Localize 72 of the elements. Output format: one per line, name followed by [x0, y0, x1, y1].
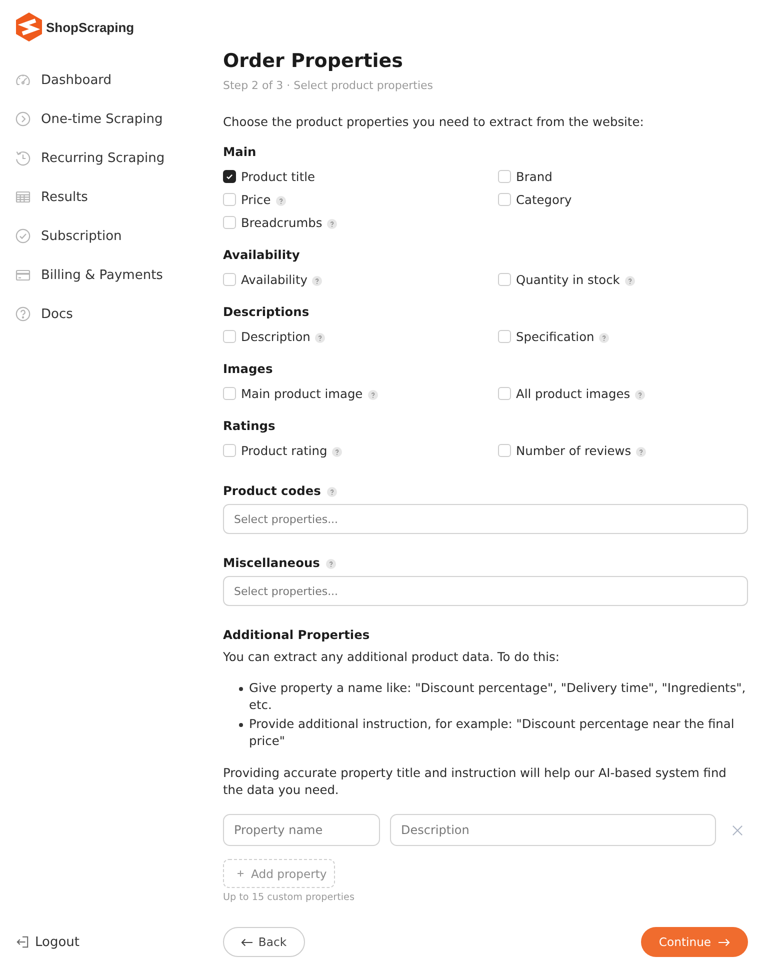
help-icon[interactable]	[326, 559, 336, 569]
help-icon[interactable]	[326, 487, 337, 497]
help-icon[interactable]	[599, 332, 610, 342]
section-heading: Additional Properties	[223, 627, 371, 644]
logout-link[interactable]: Logout	[14, 927, 80, 957]
bullet-icon	[239, 686, 243, 690]
list-item-text: Provide additional instruction, for example: "Discount percentage near the final price"	[249, 716, 736, 750]
option-label: Description	[241, 328, 310, 346]
gauge-icon	[15, 72, 31, 88]
option-label: Product title	[241, 168, 315, 186]
select-field[interactable]: Select properties...	[223, 576, 748, 606]
nav-item[interactable]: One-time Scraping	[14, 100, 171, 138]
table-icon	[15, 189, 31, 205]
help-icon[interactable]	[635, 390, 646, 400]
brand-name: ShopScraping	[46, 20, 134, 34]
section-heading: Images	[223, 361, 273, 378]
credit-card-icon	[15, 267, 31, 283]
chevron-circle-icon	[15, 111, 31, 127]
option-label: Price	[241, 192, 271, 208]
help-icon[interactable]	[332, 446, 342, 456]
nav-item[interactable]: Billing & Payments	[14, 256, 171, 294]
option-label: Product rating	[241, 442, 328, 460]
section-heading: Main	[223, 144, 256, 161]
section-heading: Availability	[223, 247, 300, 264]
help-icon[interactable]	[312, 276, 322, 286]
logout-icon	[16, 934, 29, 950]
intro-text: Choose the product properties you need to extract from the website:	[223, 114, 645, 131]
option-label: Breadcrumbs	[241, 214, 322, 232]
step-subtitle: Step 2 of 3 · Select product properties	[223, 78, 434, 94]
option-label: Availability	[241, 272, 308, 288]
list-item-text: Give property a name like: "Discount percentage", "Delivery time", "Ingredients", etc.	[249, 680, 747, 714]
nav-item[interactable]: Subscription	[14, 216, 130, 256]
option-label: Specification	[516, 328, 594, 346]
hint-text: Up to 15 custom properties	[223, 891, 354, 905]
check-circle-icon	[15, 228, 31, 244]
help-icon[interactable]	[624, 276, 635, 286]
nav-item[interactable]: Docs	[14, 294, 81, 334]
property-name-field[interactable]: Property name	[223, 814, 380, 846]
section-heading: Miscellaneous	[223, 555, 320, 572]
back-button[interactable]: Back	[223, 927, 305, 957]
close-icon[interactable]	[732, 824, 743, 836]
page-title: Order Properties	[223, 49, 404, 74]
help-icon[interactable]	[315, 332, 326, 342]
logo-icon	[14, 12, 44, 42]
help-icon[interactable]	[368, 390, 378, 400]
nav-item[interactable]: Dashboard	[14, 60, 120, 100]
paragraph-text: Providing accurate property title and instruction will help our AI-based system find the data you need.	[223, 764, 728, 798]
section-heading: Product codes	[223, 483, 321, 500]
help-icon[interactable]	[636, 446, 646, 456]
description-field[interactable]: Description	[390, 814, 716, 846]
help-icon[interactable]	[276, 196, 286, 206]
option-label: Number of reviews	[516, 442, 632, 460]
section-heading: Ratings	[223, 418, 276, 435]
arrow-left-icon	[241, 938, 254, 946]
arrow-right-icon	[718, 938, 730, 946]
option-label: Quantity in stock	[516, 272, 620, 288]
nav-item[interactable]: Results	[14, 178, 96, 216]
checkbox[interactable]	[223, 170, 236, 183]
option-label: Brand	[516, 168, 552, 186]
option-label: Main product image	[241, 386, 363, 402]
section-heading: Descriptions	[223, 304, 310, 321]
help-icon[interactable]	[327, 218, 338, 228]
question-circle-icon	[15, 306, 31, 322]
checkmark-icon	[226, 173, 233, 180]
plus-icon	[237, 870, 244, 877]
bullet-icon	[239, 722, 243, 726]
option-label: Category	[516, 192, 572, 208]
nav-item[interactable]: Recurring Scraping	[14, 138, 173, 178]
paragraph-text: You can extract any additional product data. To do this:	[223, 649, 560, 666]
select-field[interactable]: Select properties...	[223, 504, 748, 534]
history-icon	[15, 150, 31, 166]
option-label: All product images	[516, 386, 630, 402]
